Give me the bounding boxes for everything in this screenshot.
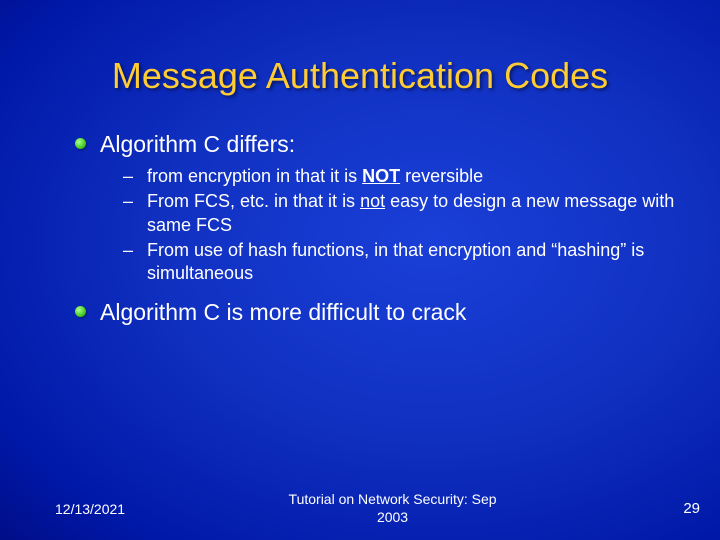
content-area: Algorithm C differs: – from encryption i… [75, 130, 690, 330]
sub-item: – From use of hash functions, in that en… [123, 239, 690, 286]
sub-list: – from encryption in that it is NOT reve… [123, 165, 690, 286]
sub-item: – from encryption in that it is NOT reve… [123, 165, 690, 188]
bullet-text: Algorithm C differs: [100, 130, 295, 159]
bullet-icon [75, 138, 86, 149]
sub-item: – From FCS, etc. in that it is not easy … [123, 190, 690, 237]
sub-text: from encryption in that it is NOT revers… [147, 165, 483, 188]
dash-icon: – [123, 165, 133, 188]
footer: 12/13/2021 Tutorial on Network Security:… [0, 491, 720, 526]
footer-center: Tutorial on Network Security: Sep 2003 [125, 491, 660, 526]
slide-title: Message Authentication Codes [0, 55, 720, 97]
sub-post: reversible [400, 166, 483, 186]
bullet-icon [75, 306, 86, 317]
bullet-item: Algorithm C differs: [75, 130, 690, 159]
footer-date: 12/13/2021 [55, 501, 125, 517]
sub-em: not [360, 191, 385, 211]
footer-center-line2: 2003 [377, 509, 408, 525]
dash-icon: – [123, 190, 133, 213]
sub-text: From use of hash functions, in that encr… [147, 239, 690, 286]
sub-pre: From FCS, etc. in that it is [147, 191, 360, 211]
sub-pre: From use of hash functions, in that encr… [147, 240, 644, 283]
bullet-item: Algorithm C is more difficult to crack [75, 298, 690, 327]
sub-text: From FCS, etc. in that it is not easy to… [147, 190, 690, 237]
sub-em: NOT [362, 166, 400, 186]
footer-center-line1: Tutorial on Network Security: Sep [289, 491, 497, 507]
sub-pre: from encryption in that it is [147, 166, 362, 186]
dash-icon: – [123, 239, 133, 262]
footer-page-number: 29 [660, 500, 700, 517]
bullet-text: Algorithm C is more difficult to crack [100, 298, 466, 327]
